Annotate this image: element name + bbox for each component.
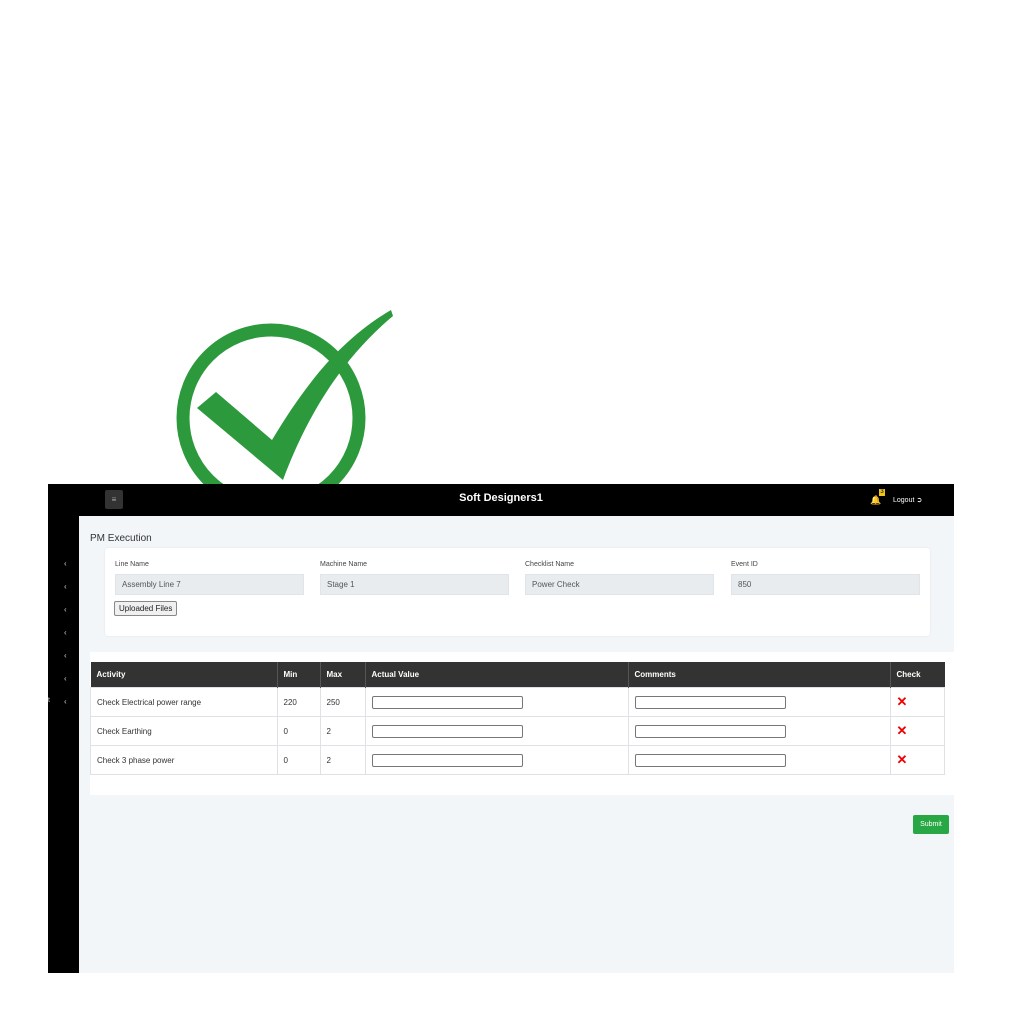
app-screen: ‹ ‹ ‹ ‹ ‹ ‹ ‹ t ≡ Soft Designers1 🔔 3 Lo… xyxy=(48,484,954,973)
column-header-check: Check xyxy=(890,662,945,688)
chevron-left-icon[interactable]: ‹ xyxy=(64,560,67,568)
column-header-actual-value: Actual Value xyxy=(365,662,629,688)
activity-cell: Check Electrical power range xyxy=(90,687,278,717)
table-row: Check Electrical power range 220 250 ✕ xyxy=(90,687,945,717)
line-name-label: Line Name xyxy=(115,561,149,568)
checklist-name-label: Checklist Name xyxy=(525,561,575,568)
app-title: Soft Designers1 xyxy=(459,492,543,504)
comments-input[interactable] xyxy=(634,695,786,709)
activity-cell: Check Earthing xyxy=(90,716,278,746)
comments-input[interactable] xyxy=(634,753,786,767)
chevron-left-icon[interactable]: ‹ xyxy=(64,675,67,683)
checklist-name-field[interactable]: Power Check xyxy=(525,574,714,595)
min-cell: 0 xyxy=(276,745,321,775)
sidebar-truncated-label: t xyxy=(48,697,50,704)
bell-icon[interactable]: 🔔 xyxy=(870,495,881,506)
min-cell: 220 xyxy=(276,687,321,717)
close-icon: ✕ xyxy=(896,752,908,767)
close-icon: ✕ xyxy=(896,723,908,738)
actual-value-cell xyxy=(364,745,629,775)
check-cell: ✕ xyxy=(889,716,945,746)
checkmark-icon xyxy=(176,310,393,513)
check-cell: ✕ xyxy=(889,745,945,775)
chevron-left-icon[interactable]: ‹ xyxy=(64,629,67,637)
activity-cell: Check 3 phase power xyxy=(90,745,278,775)
line-name-field[interactable]: Assembly Line 7 xyxy=(115,574,304,595)
comments-cell xyxy=(627,716,891,746)
max-cell: 2 xyxy=(319,716,366,746)
logout-label: Logout xyxy=(893,497,915,504)
actual-value-input[interactable] xyxy=(371,724,523,738)
comments-cell xyxy=(627,745,891,775)
table-row: Check 3 phase power 0 2 ✕ xyxy=(90,745,945,775)
event-id-label: Event ID xyxy=(731,561,758,568)
logout-icon: ➲ xyxy=(916,497,923,504)
close-icon: ✕ xyxy=(896,694,908,709)
actual-value-cell xyxy=(364,687,629,717)
machine-name-field[interactable]: Stage 1 xyxy=(320,574,509,595)
min-cell: 0 xyxy=(276,716,321,746)
table-header-row: Activity Min Max Actual Value Comments C… xyxy=(90,662,945,688)
page-title: PM Execution xyxy=(90,533,152,544)
chevron-left-icon[interactable]: ‹ xyxy=(64,606,67,614)
actual-value-input[interactable] xyxy=(371,695,523,709)
max-cell: 2 xyxy=(319,745,366,775)
comments-input[interactable] xyxy=(634,724,786,738)
logout-button[interactable]: Logout ➲ xyxy=(893,496,922,504)
column-header-activity: Activity xyxy=(90,662,278,688)
max-cell: 250 xyxy=(319,687,366,717)
actual-value-cell xyxy=(364,716,629,746)
chevron-left-icon[interactable]: ‹ xyxy=(64,652,67,660)
main-content: PM Execution Line Name Assembly Line 7 M… xyxy=(79,516,954,973)
uploaded-files-button[interactable]: Uploaded Files xyxy=(114,601,178,616)
activity-table: Activity Min Max Actual Value Comments C… xyxy=(90,662,945,775)
activity-section: Activity Min Max Actual Value Comments C… xyxy=(90,652,954,795)
table-row: Check Earthing 0 2 ✕ xyxy=(90,716,945,746)
notification-badge: 3 xyxy=(879,489,885,496)
column-header-max: Max xyxy=(320,662,366,688)
top-navbar: ≡ Soft Designers1 🔔 3 Logout ➲ xyxy=(48,484,954,516)
comments-cell xyxy=(627,687,891,717)
sidebar: ‹ ‹ ‹ ‹ ‹ ‹ ‹ t xyxy=(48,484,79,973)
chevron-left-icon[interactable]: ‹ xyxy=(64,583,67,591)
column-header-comments: Comments xyxy=(628,662,891,688)
check-cell: ✕ xyxy=(889,687,945,717)
details-card: Line Name Assembly Line 7 Machine Name S… xyxy=(105,548,930,636)
actual-value-input[interactable] xyxy=(371,753,523,767)
machine-name-label: Machine Name xyxy=(320,561,368,568)
chevron-left-icon[interactable]: ‹ xyxy=(64,698,67,706)
column-header-min: Min xyxy=(277,662,321,688)
event-id-field[interactable]: 850 xyxy=(731,574,920,595)
submit-button[interactable]: Submit xyxy=(913,815,949,834)
